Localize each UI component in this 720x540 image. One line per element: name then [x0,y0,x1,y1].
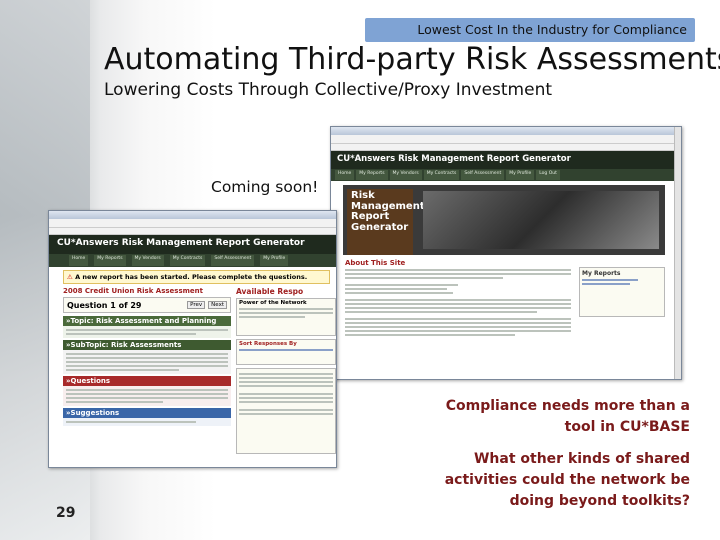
top-banner: Lowest Cost In the Industry for Complian… [365,18,695,42]
question-line-3: doing beyond toolkits? [509,493,690,509]
app-nav: Home My Reports My Vendors My Contracts … [49,254,336,267]
hero-logo: Risk Management Report Generator [347,189,425,255]
compliance-note: Compliance needs more than a tool in CU*… [446,396,690,438]
nav-my-vendors[interactable]: My Vendors [389,170,422,180]
screenshot-right: CU*Answers Risk Management Report Genera… [330,126,682,380]
my-reports-box: My Reports [579,267,665,317]
questions-heading: »Questions [63,376,231,386]
topic-body [63,326,231,338]
hero-banner: Risk Management Report Generator [343,185,665,255]
browser-titlebar [331,127,681,135]
browser-titlebar [49,211,336,219]
alert-banner: ⚠ A new report has been started. Please … [63,270,330,284]
nav-my-reports[interactable]: My Reports [94,255,126,266]
content-area: About This Site My Reports [345,259,665,338]
report-heading: 2008 Credit Union Risk Assessment [63,287,203,295]
hero-photo [423,191,659,249]
nav-my-profile[interactable]: My Profile [506,170,535,180]
question-line-1: What other kinds of shared [473,451,690,467]
warning-icon: ⚠ [67,273,73,281]
logo-line: Risk [351,190,375,201]
topic-heading: »Topic: Risk Assessment and Planning [63,316,231,326]
page-number: 29 [56,505,76,521]
suggestions-body [63,418,231,426]
nav-my-profile[interactable]: My Profile [260,255,289,266]
slide-subtitle: Lowering Costs Through Collective/Proxy … [104,80,553,100]
compliance-line-1: Compliance needs more than a [445,398,690,414]
coming-soon-label: Coming soon! [211,178,319,196]
browser-tabbar [49,228,336,235]
browser-addressbar [49,219,336,228]
question-nav: Question 1 of 29 Prev Next [63,297,231,313]
nav-self-assessment[interactable]: Self Assessment [211,255,255,266]
question-counter: Question 1 of 29 [67,300,142,310]
nav-my-contracts[interactable]: My Contracts [423,170,460,180]
power-heading: Power of the Network [239,300,307,306]
question-line-2: activities could the network be [444,472,690,488]
compliance-line-2: tool in CU*BASE [564,419,690,435]
next-button[interactable]: Next [208,301,227,309]
about-heading: About This Site [345,259,406,267]
my-reports-heading: My Reports [582,270,621,277]
responses-list[interactable] [236,368,336,454]
screenshot-left: CU*Answers Risk Management Report Genera… [48,210,337,468]
question-panel: 2008 Credit Union Risk Assessment Questi… [63,287,231,454]
nav-self-assessment[interactable]: Self Assessment [461,170,505,180]
suggestions-heading: »Suggestions [63,408,231,418]
app-header: CU*Answers Risk Management Report Genera… [49,235,336,254]
nav-log-out[interactable]: Log Out [536,170,560,180]
app-nav: Home My Reports My Vendors My Contracts … [331,169,681,181]
nav-my-reports[interactable]: My Reports [356,170,388,180]
responses-panel: Available Respo Power of the Network Sor… [236,287,336,454]
sort-box: Sort Responses By [236,339,336,365]
about-section: About This Site [345,259,571,338]
question-note: What other kinds of shared activities co… [445,449,690,512]
sort-heading: Sort Responses By [239,341,297,347]
nav-home[interactable]: Home [335,170,355,180]
prev-button[interactable]: Prev [187,301,206,309]
report-area: 2008 Credit Union Risk Assessment Questi… [63,287,336,454]
nav-my-contracts[interactable]: My Contracts [169,255,206,266]
power-box: Power of the Network [236,298,336,336]
slide-title: Automating Third-party Risk Assessments [104,42,720,77]
banner-text: Lowest Cost In the Industry for Complian… [417,22,687,37]
alert-text: A new report has been started. Please co… [75,273,308,281]
scrollbar[interactable] [674,127,681,379]
logo-line: Generator [351,221,409,233]
logo-line: Report [351,211,390,222]
available-heading: Available Respo [236,287,304,296]
nav-home[interactable]: Home [69,255,89,266]
nav-my-vendors[interactable]: My Vendors [131,255,164,266]
slide: Lowest Cost In the Industry for Complian… [0,0,720,540]
browser-tabbar [331,144,681,151]
app-header: CU*Answers Risk Management Report Genera… [331,151,681,169]
questions-body [63,386,231,406]
subtopic-body [63,350,231,374]
subtopic-heading: »SubTopic: Risk Assessments [63,340,231,350]
browser-addressbar [331,135,681,144]
